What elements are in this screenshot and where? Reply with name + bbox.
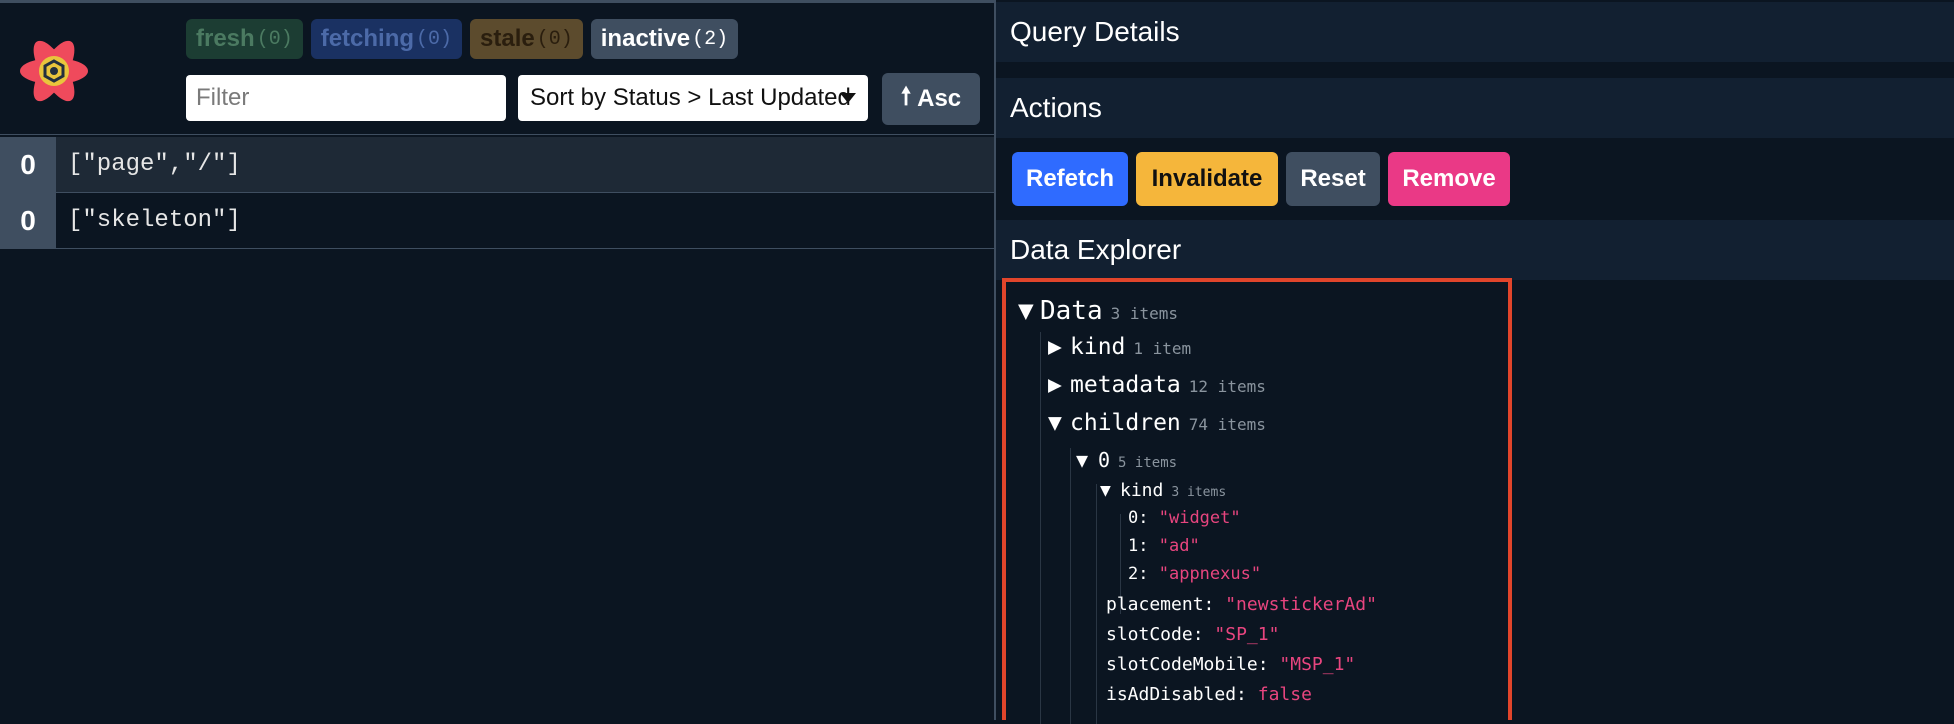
tree-node-count: 1 item [1133, 339, 1192, 358]
caret-down-icon: ▼ [1100, 480, 1111, 501]
invalidate-button[interactable]: Invalidate [1136, 152, 1278, 206]
tree-leaf: isAdDisabled: false [1106, 684, 1312, 705]
inactive-count: (2) [692, 27, 729, 51]
tree-leaf-key: isAdDisabled: [1106, 684, 1247, 705]
tree-leaf: slotCode: "SP_1" [1106, 624, 1279, 645]
tree-leaf-value: "SP_1" [1214, 624, 1280, 645]
tree-leaf-value: "MSP_1" [1279, 654, 1356, 675]
tree-leaf-value: "widget" [1158, 508, 1241, 528]
data-explorer-title: Data Explorer [996, 220, 1954, 280]
fresh-label: fresh [196, 25, 255, 52]
caret-right-icon: ▶ [1048, 372, 1062, 398]
remove-button[interactable]: Remove [1388, 152, 1510, 206]
tree-node-label: kind [1120, 480, 1164, 501]
sort-select-value: Sort by Status > Last Updated [530, 84, 851, 111]
query-details-title: Query Details [996, 2, 1954, 62]
query-key: ["page","/"] [68, 151, 241, 178]
observer-count: 0 [0, 137, 56, 192]
tree-leaf-key: slotCodeMobile: [1106, 654, 1269, 675]
stale-count: (0) [536, 27, 573, 51]
fetching-badge[interactable]: fetching (0) [310, 19, 463, 59]
tree-node-count: 3 items [1110, 304, 1179, 323]
tree-leaf-key: placement: [1106, 594, 1215, 615]
tree-guide [1096, 484, 1097, 724]
tree-leaf: slotCodeMobile: "MSP_1" [1106, 654, 1355, 675]
tree-leaf-value: false [1257, 684, 1312, 705]
tree-leaf: 0: "widget" [1128, 508, 1241, 528]
tree-node-count: 12 items [1188, 377, 1266, 396]
refetch-button[interactable]: Refetch [1012, 152, 1128, 206]
caret-down-icon: ▼ [1018, 296, 1034, 326]
query-list-header: fresh (0) fetching (0) stale (0) inactiv… [0, 0, 994, 135]
tree-node-count: 5 items [1118, 455, 1178, 471]
query-row[interactable]: 0 ["skeleton"] [0, 193, 994, 249]
tree-leaf: placement: "newstickerAd" [1106, 594, 1377, 615]
tree-node-children[interactable]: ▼ children 74 items [1048, 410, 1266, 436]
fresh-badge[interactable]: fresh (0) [186, 19, 303, 59]
stale-badge[interactable]: stale (0) [470, 19, 583, 59]
stale-label: stale [480, 25, 535, 52]
tree-node-label: kind [1070, 334, 1126, 360]
sort-order-label: Asc [917, 85, 962, 112]
tree-guide [1070, 448, 1071, 724]
reset-button[interactable]: Reset [1286, 152, 1380, 206]
tree-leaf-key: 0: [1128, 508, 1149, 528]
tree-node-kind[interactable]: ▶ kind 1 item [1048, 334, 1191, 360]
observer-count: 0 [0, 193, 56, 248]
tree-node-count: 3 items [1171, 485, 1227, 500]
tree-leaf-key: 1: [1128, 536, 1149, 556]
caret-down-icon: ▼ [1076, 448, 1089, 472]
tree-leaf-value: "ad" [1158, 536, 1200, 556]
tree-leaf-key: slotCode: [1106, 624, 1204, 645]
tree-leaf: 1: "ad" [1128, 536, 1200, 556]
tree-node-child-0-kind[interactable]: ▼ kind 3 items [1100, 480, 1226, 501]
react-query-logo[interactable] [14, 31, 94, 111]
tree-node-label: 0 [1098, 448, 1111, 472]
tree-leaf-key: 2: [1128, 564, 1149, 584]
query-key: ["skeleton"] [68, 207, 241, 234]
caret-down-icon: ▼ [1048, 410, 1062, 436]
inactive-label: inactive [600, 25, 691, 52]
fetching-label: fetching [320, 25, 415, 52]
caret-right-icon: ▶ [1048, 334, 1062, 360]
arrow-up-icon: 🠕 [900, 82, 912, 110]
tree-node-label: Data [1040, 296, 1103, 326]
sort-order-button[interactable]: 🠕 Asc [882, 73, 980, 125]
status-filter-badges: fresh (0) fetching (0) stale (0) inactiv… [186, 19, 739, 59]
tree-guide [1040, 332, 1041, 724]
tree-node-data[interactable]: ▼ Data 3 items [1018, 296, 1178, 326]
tree-node-metadata[interactable]: ▶ metadata 12 items [1048, 372, 1266, 398]
tree-node-count: 74 items [1188, 415, 1266, 434]
actions-title: Actions [996, 78, 1954, 138]
inactive-badge[interactable]: inactive (2) [590, 19, 739, 59]
tree-leaf: 2: "appnexus" [1128, 564, 1261, 584]
data-explorer: ▼ Data 3 items ▶ kind 1 item ▶ metadata 12 ite… [1002, 278, 1512, 724]
tree-leaf-value: "appnexus" [1158, 564, 1262, 584]
tree-node-label: children [1070, 410, 1181, 436]
tree-node-child-0[interactable]: ▼ 0 5 items [1076, 448, 1177, 472]
query-details-pane: Query Details Actions Refetch Invalidate… [994, 0, 1954, 724]
sort-select[interactable]: Sort by Status > Last Updated [518, 75, 868, 121]
fresh-count: (0) [256, 27, 293, 51]
query-row[interactable]: 0 ["page","/"] [0, 137, 994, 193]
tree-leaf-value: "newstickerAd" [1225, 594, 1377, 615]
chevron-down-icon [840, 93, 856, 103]
fetching-count: (0) [416, 27, 453, 51]
query-list-pane: fresh (0) fetching (0) stale (0) inactiv… [0, 0, 994, 720]
filter-input[interactable] [186, 75, 506, 121]
tree-node-label: metadata [1070, 372, 1181, 398]
